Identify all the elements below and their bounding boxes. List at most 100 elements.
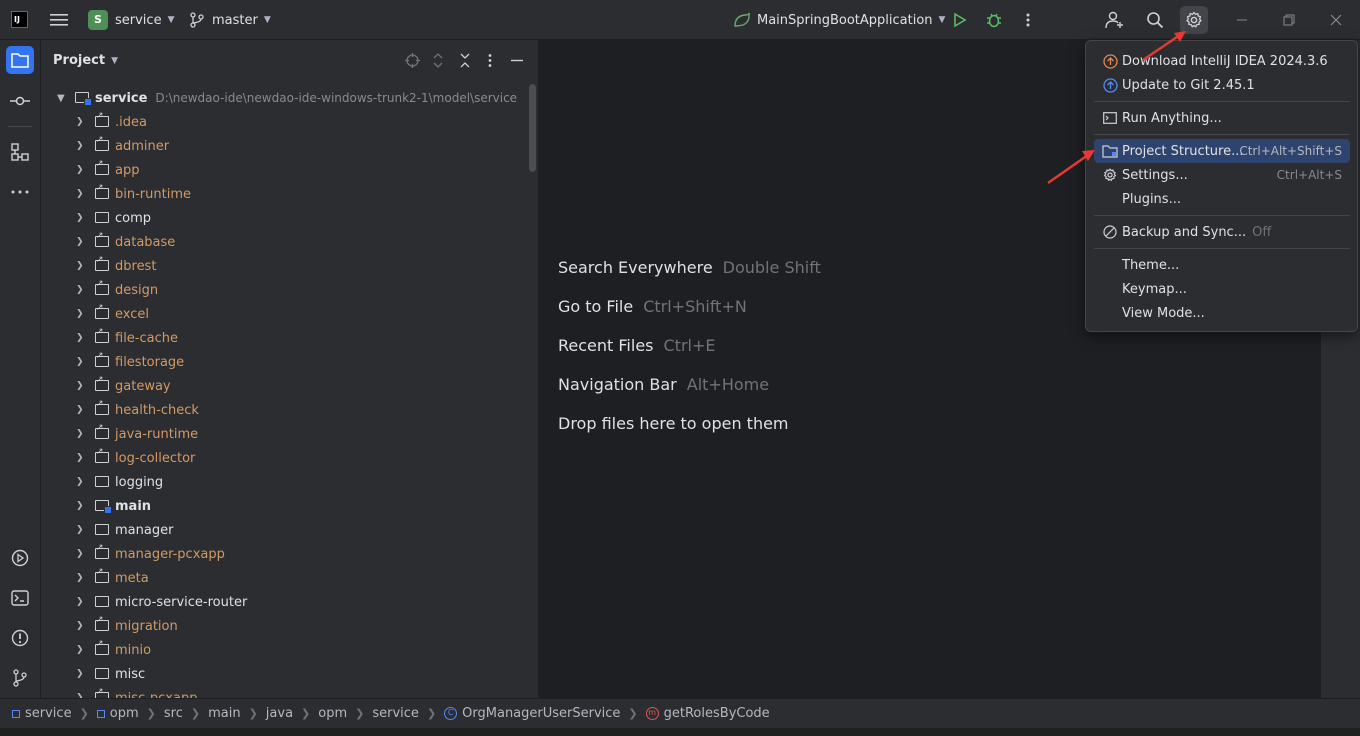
tree-item[interactable]: ❯ file-cache — [41, 326, 527, 350]
tree-item[interactable]: ❯ logging — [41, 470, 527, 494]
annotation-arrows — [1047, 31, 1186, 185]
menu-plugins[interactable]: Plugins... — [1094, 187, 1350, 211]
method-icon: m — [645, 707, 659, 720]
tree-root[interactable]: ▼ service D:\newdao-ide\newdao-ide-windo… — [41, 86, 527, 110]
menu-separator — [1094, 215, 1350, 216]
tree-scrollbar[interactable] — [529, 84, 536, 172]
crumb-class[interactable]: C OrgManagerUserService — [444, 706, 620, 721]
chevron-right-icon[interactable]: ❯ — [76, 621, 86, 631]
tree-item-label: bin-runtime — [115, 186, 191, 202]
run-button[interactable] — [946, 6, 974, 34]
chevron-right-icon[interactable]: ❯ — [76, 333, 86, 343]
chevron-right-icon[interactable]: ❯ — [76, 261, 86, 271]
tree-item[interactable]: ❯ migration — [41, 614, 527, 638]
tree-item[interactable]: ❯ manager — [41, 518, 527, 542]
chevron-right-icon[interactable]: ❯ — [76, 549, 86, 559]
tree-item[interactable]: ❯ meta — [41, 566, 527, 590]
tree-item[interactable]: ❯ excel — [41, 302, 527, 326]
tree-item[interactable]: ❯misc-pcxapp — [41, 686, 527, 698]
chevron-right-icon[interactable]: ❯ — [76, 285, 86, 295]
intellij-logo-icon[interactable]: IJ — [11, 11, 28, 28]
chevron-right-icon[interactable]: ❯ — [76, 381, 86, 391]
tree-item[interactable]: ❯ .idea — [41, 110, 527, 134]
crumb-opm-module[interactable]: opm — [96, 706, 139, 721]
collapse-all-button[interactable] — [459, 53, 471, 72]
menu-backup-sync[interactable]: Backup and Sync... Off — [1094, 220, 1350, 244]
hide-panel-button[interactable] — [510, 53, 524, 72]
project-switcher[interactable]: S service ▼ — [88, 0, 175, 40]
chevron-right-icon[interactable]: ❯ — [76, 645, 86, 655]
git-tool-button[interactable] — [6, 664, 34, 692]
chevron-right-icon[interactable]: ❯ — [76, 141, 86, 151]
menu-keymap[interactable]: Keymap... — [1094, 277, 1350, 301]
locate-button[interactable] — [405, 53, 420, 72]
minimize-button[interactable] — [1228, 6, 1256, 34]
terminal-tool-button[interactable] — [6, 584, 34, 612]
chevron-right-icon[interactable]: ❯ — [76, 189, 86, 199]
menu-view-mode[interactable]: View Mode... — [1094, 301, 1350, 325]
tree-item[interactable]: ❯ micro-service-router — [41, 590, 527, 614]
collapse-all-icon — [460, 53, 470, 68]
chevron-right-icon[interactable]: ❯ — [76, 477, 86, 487]
chevron-right-icon[interactable]: ❯ — [76, 237, 86, 247]
project-view-selector[interactable]: Project ▼ — [53, 53, 118, 68]
expand-all-button[interactable] — [432, 53, 444, 72]
tree-item[interactable]: ❯ app — [41, 158, 527, 182]
restore-icon — [1283, 14, 1295, 26]
project-tool-button[interactable] — [6, 46, 34, 74]
crumb-service[interactable]: service — [12, 706, 72, 721]
crumb-java[interactable]: java — [266, 706, 293, 721]
crumb-method[interactable]: m getRolesByCode — [645, 706, 770, 721]
run-config-selector[interactable]: MainSpringBootApplication ▼ — [733, 0, 945, 40]
tree-item[interactable]: ❯ manager-pcxapp — [41, 542, 527, 566]
chevron-right-icon[interactable]: ❯ — [76, 525, 86, 535]
chevron-right-icon[interactable]: ❯ — [76, 165, 86, 175]
tree-item[interactable]: ❯ main — [41, 494, 527, 518]
chevron-right-icon[interactable]: ❯ — [76, 573, 86, 583]
chevron-right-icon[interactable]: ❯ — [76, 213, 86, 223]
tree-item[interactable]: ❯ health-check — [41, 398, 527, 422]
locate-icon — [405, 53, 420, 68]
more-tools-button[interactable] — [6, 178, 34, 206]
tree-item[interactable]: ❯ adminer — [41, 134, 527, 158]
chevron-right-icon[interactable]: ❯ — [76, 429, 86, 439]
project-tool-window: Project ▼ ▼ service D:\newdao-ide\newdao… — [41, 40, 539, 698]
tree-item[interactable]: ❯ misc — [41, 662, 527, 686]
problems-tool-button[interactable] — [6, 624, 34, 652]
branch-switcher[interactable]: master ▼ — [190, 0, 271, 40]
crumb-service-package[interactable]: service — [372, 706, 419, 721]
tree-item[interactable]: ❯ database — [41, 230, 527, 254]
commit-tool-button[interactable] — [6, 87, 34, 115]
chevron-right-icon[interactable]: ❯ — [76, 357, 86, 367]
main-menu-button[interactable] — [45, 6, 73, 34]
options-button[interactable] — [488, 53, 492, 72]
debug-button[interactable] — [980, 6, 1008, 34]
tree-item[interactable]: ❯ filestorage — [41, 350, 527, 374]
tree-item[interactable]: ❯ gateway — [41, 374, 527, 398]
tree-item[interactable]: ❯ design — [41, 278, 527, 302]
excluded-folder-icon — [95, 159, 109, 175]
tree-item[interactable]: ❯ dbrest — [41, 254, 527, 278]
run-icon — [954, 12, 967, 28]
chevron-right-icon[interactable]: ❯ — [76, 597, 86, 607]
close-window-button[interactable] — [1322, 6, 1350, 34]
crumb-src[interactable]: src — [164, 706, 183, 721]
chevron-right-icon[interactable]: ❯ — [76, 117, 86, 127]
menu-theme[interactable]: Theme... — [1094, 253, 1350, 277]
crumb-main[interactable]: main — [208, 706, 240, 721]
chevron-right-icon[interactable]: ❯ — [76, 453, 86, 463]
structure-tool-button[interactable] — [6, 138, 34, 166]
chevron-right-icon[interactable]: ❯ — [76, 405, 86, 415]
tree-item[interactable]: ❯ java-runtime — [41, 422, 527, 446]
tree-item[interactable]: ❯ log-collector — [41, 446, 527, 470]
tree-item[interactable]: ❯ bin-runtime — [41, 182, 527, 206]
more-actions-button[interactable] — [1014, 6, 1042, 34]
chevron-right-icon[interactable]: ❯ — [76, 309, 86, 319]
tree-item[interactable]: ❯ comp — [41, 206, 527, 230]
tree-item[interactable]: ❯ minio — [41, 638, 527, 662]
chevron-right-icon[interactable]: ❯ — [76, 501, 86, 511]
restore-button[interactable] — [1275, 6, 1303, 34]
services-tool-button[interactable] — [6, 544, 34, 572]
chevron-right-icon[interactable]: ❯ — [76, 669, 86, 679]
crumb-opm[interactable]: opm — [318, 706, 347, 721]
